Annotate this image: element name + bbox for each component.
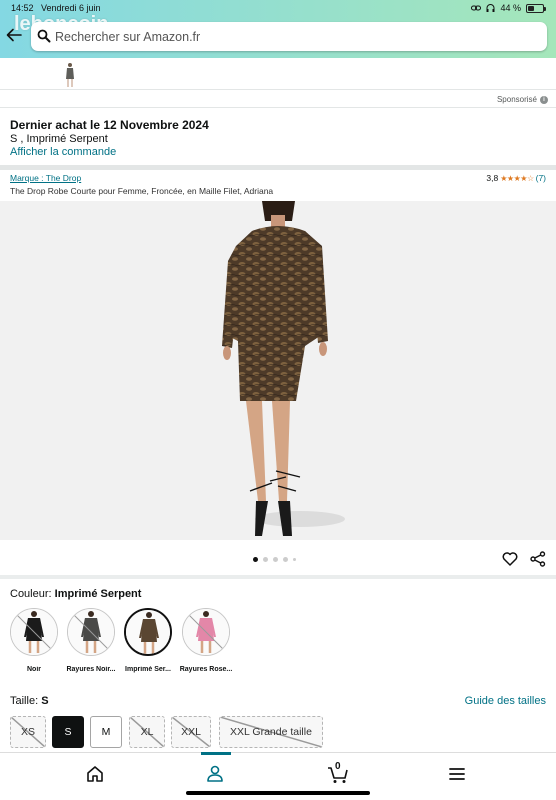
size-option-button[interactable]: XL bbox=[129, 716, 165, 748]
battery-fill bbox=[528, 5, 534, 11]
selected-color: Imprimé Serpent bbox=[54, 588, 142, 600]
rating-value: 3,8 bbox=[486, 173, 499, 183]
size-option-label: XXL bbox=[181, 726, 201, 738]
home-indicator[interactable] bbox=[186, 791, 370, 795]
nav-account[interactable] bbox=[204, 763, 228, 787]
status-time: 14:52 bbox=[11, 3, 34, 13]
share-button[interactable] bbox=[530, 551, 546, 572]
product-title: The Drop Robe Courte pour Femme, Froncée… bbox=[10, 186, 274, 196]
menu-icon bbox=[449, 768, 465, 780]
cart-count-badge: 0 bbox=[335, 761, 341, 772]
size-option-label: S bbox=[64, 726, 72, 738]
sponsored-product-thumbnail[interactable] bbox=[62, 62, 78, 88]
view-order-link[interactable]: Afficher la commande bbox=[10, 146, 116, 158]
pagination-dot[interactable] bbox=[253, 557, 258, 562]
link-icon bbox=[471, 5, 482, 11]
brand-link[interactable]: Marque : The Drop bbox=[10, 173, 81, 183]
pagination-dot[interactable] bbox=[283, 557, 288, 562]
heart-icon bbox=[502, 552, 518, 566]
color-label: Couleur: Imprimé Serpent bbox=[10, 588, 141, 600]
review-count: (7) bbox=[535, 173, 546, 183]
size-option-button[interactable]: M bbox=[90, 716, 122, 748]
back-button[interactable] bbox=[6, 28, 28, 46]
battery-percent: 44 % bbox=[500, 3, 521, 13]
size-guide-link[interactable]: Guide des tailles bbox=[465, 695, 546, 707]
back-arrow-icon bbox=[6, 28, 22, 42]
size-option-label: M bbox=[101, 726, 111, 738]
size-option-button[interactable]: XXL Grande taille bbox=[219, 716, 323, 748]
color-swatch[interactable] bbox=[67, 608, 115, 656]
size-label: Taille: S bbox=[10, 695, 49, 707]
pagination-dot[interactable] bbox=[273, 557, 278, 562]
pagination-dot[interactable] bbox=[263, 557, 268, 562]
image-pagination[interactable] bbox=[253, 557, 296, 562]
app-header: 14:52 Vendredi 6 juin 44 % leboncoin Rec… bbox=[0, 0, 556, 58]
size-option-label: XXL Grande taille bbox=[230, 726, 312, 738]
wishlist-button[interactable] bbox=[502, 551, 518, 572]
sponsored-text: Sponsorisé bbox=[496, 95, 537, 104]
headphones-icon bbox=[486, 4, 495, 12]
battery-icon bbox=[526, 3, 546, 13]
sponsored-label: Sponsorisé i bbox=[497, 95, 548, 104]
unavailable-strike bbox=[16, 614, 54, 652]
size-option-button[interactable]: S bbox=[52, 716, 84, 748]
rating-summary[interactable]: 3,8 ★★★★☆ (7) bbox=[486, 173, 546, 183]
dress-thumbnail bbox=[126, 610, 170, 654]
last-purchase-card: Dernier achat le 12 Novembre 2024 S , Im… bbox=[0, 109, 556, 165]
divider bbox=[0, 89, 556, 90]
color-label-prefix: Couleur: bbox=[10, 588, 55, 600]
nav-home[interactable] bbox=[84, 763, 108, 787]
star-rating-icon: ★★★★☆ bbox=[500, 173, 534, 183]
last-purchase-variant: S , Imprimé Serpent bbox=[10, 133, 108, 145]
color-swatch[interactable] bbox=[10, 608, 58, 656]
selected-size: S bbox=[41, 695, 49, 707]
pagination-dot[interactable] bbox=[293, 558, 296, 561]
color-swatch[interactable] bbox=[124, 608, 172, 656]
size-option-label: XL bbox=[140, 726, 154, 738]
share-icon bbox=[530, 551, 546, 567]
unavailable-strike bbox=[188, 614, 226, 652]
sponsored-strip: Sponsorisé i bbox=[0, 58, 556, 108]
status-right: 44 % bbox=[471, 3, 546, 13]
dress-photo-illustration bbox=[222, 201, 345, 536]
account-icon bbox=[207, 765, 223, 782]
last-purchase-title: Dernier achat le 12 Novembre 2024 bbox=[10, 118, 209, 132]
product-image[interactable] bbox=[0, 201, 556, 540]
color-swatch-label: Rayures Rose... bbox=[179, 666, 233, 673]
search-placeholder: Rechercher sur Amazon.fr bbox=[55, 30, 201, 44]
color-swatch[interactable] bbox=[182, 608, 230, 656]
size-option-button[interactable]: XS bbox=[10, 716, 46, 748]
nav-active-indicator bbox=[201, 752, 231, 755]
search-icon bbox=[37, 29, 51, 43]
divider bbox=[0, 575, 556, 579]
home-icon bbox=[87, 766, 103, 782]
size-option-button[interactable]: XXL bbox=[171, 716, 211, 748]
unavailable-strike bbox=[73, 614, 111, 652]
status-date: Vendredi 6 juin bbox=[41, 3, 101, 13]
size-option-label: XS bbox=[20, 726, 35, 738]
search-input[interactable]: Rechercher sur Amazon.fr bbox=[31, 22, 547, 51]
info-icon[interactable]: i bbox=[540, 95, 548, 104]
size-label-prefix: Taille: bbox=[10, 695, 42, 707]
nav-menu[interactable] bbox=[446, 763, 470, 787]
divider bbox=[0, 165, 556, 170]
